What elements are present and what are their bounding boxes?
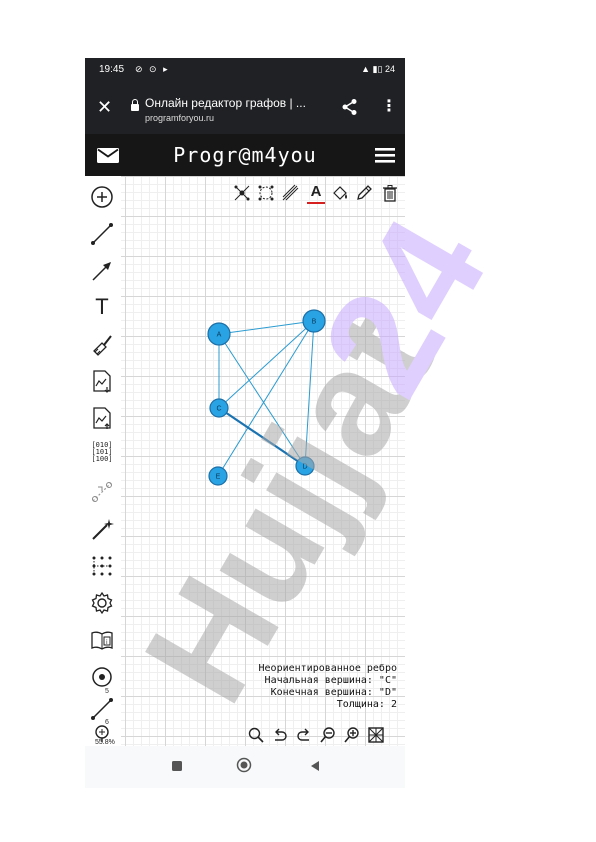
phone-screen: 19:45 ⊘ ⊙ ▸ ▲ ▮▯ 24 ✕ Онлайн редактор гр… bbox=[85, 58, 405, 788]
edge-count-icon bbox=[89, 696, 115, 722]
edge-end-vertex: Конечная вершина: "D" bbox=[270, 687, 397, 698]
redo-icon[interactable] bbox=[295, 726, 313, 744]
graph-vertex-E[interactable]: E bbox=[208, 466, 228, 486]
add-edge-tool-icon[interactable] bbox=[89, 221, 115, 247]
site-logo[interactable]: Progr@m4you bbox=[85, 143, 405, 167]
fit-screen-icon[interactable] bbox=[367, 726, 385, 744]
status-time: 19:45 bbox=[99, 64, 125, 75]
left-toolbar: T [010] [101] [100] i 5 6 bbox=[85, 176, 121, 746]
page-url[interactable]: programforyou.ru bbox=[145, 113, 214, 123]
select-area-icon[interactable] bbox=[257, 184, 275, 202]
graph-vertex-label: D bbox=[302, 464, 307, 471]
vertex-count-icon bbox=[89, 664, 115, 690]
edge-thickness: Толщина: 2 bbox=[336, 699, 397, 710]
graph-vertex-label: E bbox=[216, 474, 221, 481]
battery-level: 24 bbox=[384, 64, 395, 74]
graph-vertex-label: C bbox=[216, 406, 221, 413]
graph-vertex-C[interactable]: C bbox=[209, 398, 229, 418]
browser-toolbar: ✕ Онлайн редактор графов | ... programfo… bbox=[85, 82, 405, 134]
graph-edge-B-D[interactable] bbox=[304, 320, 315, 467]
add-vertex-tool-icon[interactable] bbox=[89, 184, 115, 210]
graph-vertex-label: B bbox=[312, 319, 317, 326]
fill-bucket-icon[interactable] bbox=[331, 184, 349, 202]
notification-icons: ⊘ ⊙ ▸ bbox=[135, 64, 170, 74]
graph-vertex-A[interactable]: A bbox=[207, 322, 231, 346]
select-vertices-icon[interactable] bbox=[233, 184, 251, 202]
graph-edge-A-B[interactable] bbox=[218, 320, 315, 335]
graph-vertex-label: A bbox=[217, 332, 222, 339]
graph-drawing[interactable]: A B C D E bbox=[85, 176, 405, 746]
vertex-count: 5 bbox=[105, 688, 109, 695]
zoom-in-icon[interactable] bbox=[343, 726, 361, 744]
graph-edge-A-D[interactable] bbox=[218, 333, 306, 467]
home-icon[interactable] bbox=[236, 757, 252, 778]
page-title[interactable]: Онлайн редактор графов | ... bbox=[145, 96, 306, 110]
lock-icon bbox=[131, 99, 139, 111]
edge-style-icon[interactable] bbox=[281, 184, 299, 202]
trash-icon[interactable] bbox=[381, 184, 399, 202]
hamburger-menu-icon[interactable] bbox=[375, 148, 395, 168]
selected-edge-info: Неориентированное ребро Начальная вершин… bbox=[259, 663, 397, 711]
graph-edge-B-C[interactable] bbox=[218, 320, 315, 409]
text-color-icon[interactable]: A bbox=[307, 184, 325, 204]
graph-vertex-B[interactable]: B bbox=[302, 309, 326, 333]
share-icon[interactable] bbox=[341, 98, 359, 121]
site-header: Progr@m4you bbox=[85, 134, 405, 176]
edge-start-vertex: Начальная вершина: "C" bbox=[264, 675, 397, 686]
brush-tool-icon[interactable] bbox=[89, 331, 115, 357]
signal-battery: ▲ ▮▯ 24 bbox=[361, 64, 395, 74]
export-image-icon[interactable] bbox=[89, 368, 115, 394]
shortest-path-icon[interactable] bbox=[89, 479, 115, 505]
recent-apps-icon[interactable] bbox=[171, 759, 183, 777]
zoom-level: 55.8% bbox=[95, 739, 115, 746]
close-tab-icon[interactable]: ✕ bbox=[97, 97, 112, 118]
graph-vertex-D[interactable]: D bbox=[295, 456, 315, 476]
text-tool-icon[interactable]: T bbox=[89, 294, 115, 320]
grid-layout-icon[interactable] bbox=[89, 553, 115, 579]
pencil-icon[interactable] bbox=[355, 184, 373, 202]
undo-icon[interactable] bbox=[271, 726, 289, 744]
zoom-out-icon[interactable] bbox=[319, 726, 337, 744]
adjacency-matrix-icon[interactable]: [010] [101] [100] bbox=[89, 442, 115, 468]
more-menu-icon[interactable]: ⋮ bbox=[381, 96, 397, 116]
graph-edge-B-E[interactable] bbox=[217, 320, 315, 477]
edge-type: Неориентированное ребро bbox=[258, 663, 397, 674]
import-image-icon[interactable] bbox=[89, 405, 115, 431]
magic-wand-icon[interactable] bbox=[89, 516, 115, 542]
add-arc-tool-icon[interactable] bbox=[89, 258, 115, 284]
help-book-icon[interactable]: i bbox=[89, 627, 115, 653]
graph-edge-C-D[interactable] bbox=[218, 407, 306, 467]
back-icon[interactable] bbox=[309, 759, 321, 777]
status-bar: 19:45 ⊘ ⊙ ▸ ▲ ▮▯ 24 bbox=[85, 58, 405, 82]
graph-canvas[interactable]: A B C D E bbox=[85, 176, 405, 746]
android-nav-bar bbox=[85, 746, 405, 788]
search-icon[interactable] bbox=[247, 726, 265, 744]
settings-gear-icon[interactable] bbox=[89, 590, 115, 616]
